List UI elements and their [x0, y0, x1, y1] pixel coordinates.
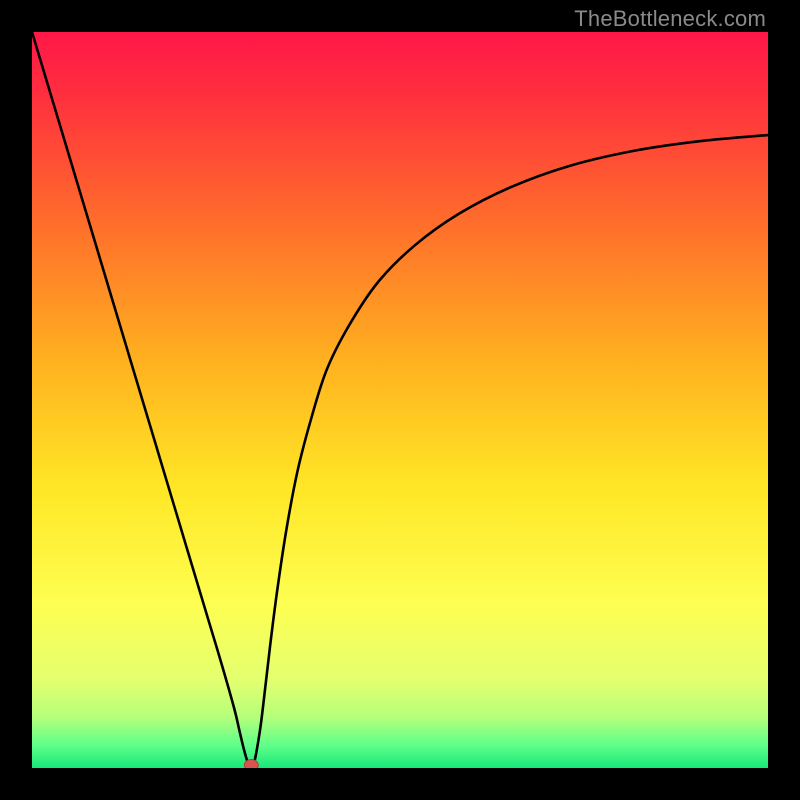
chart-frame: TheBottleneck.com [0, 0, 800, 800]
optimum-marker [244, 760, 258, 769]
watermark-text: TheBottleneck.com [574, 6, 766, 32]
plot-area [32, 32, 768, 768]
bottleneck-curve [32, 32, 768, 768]
